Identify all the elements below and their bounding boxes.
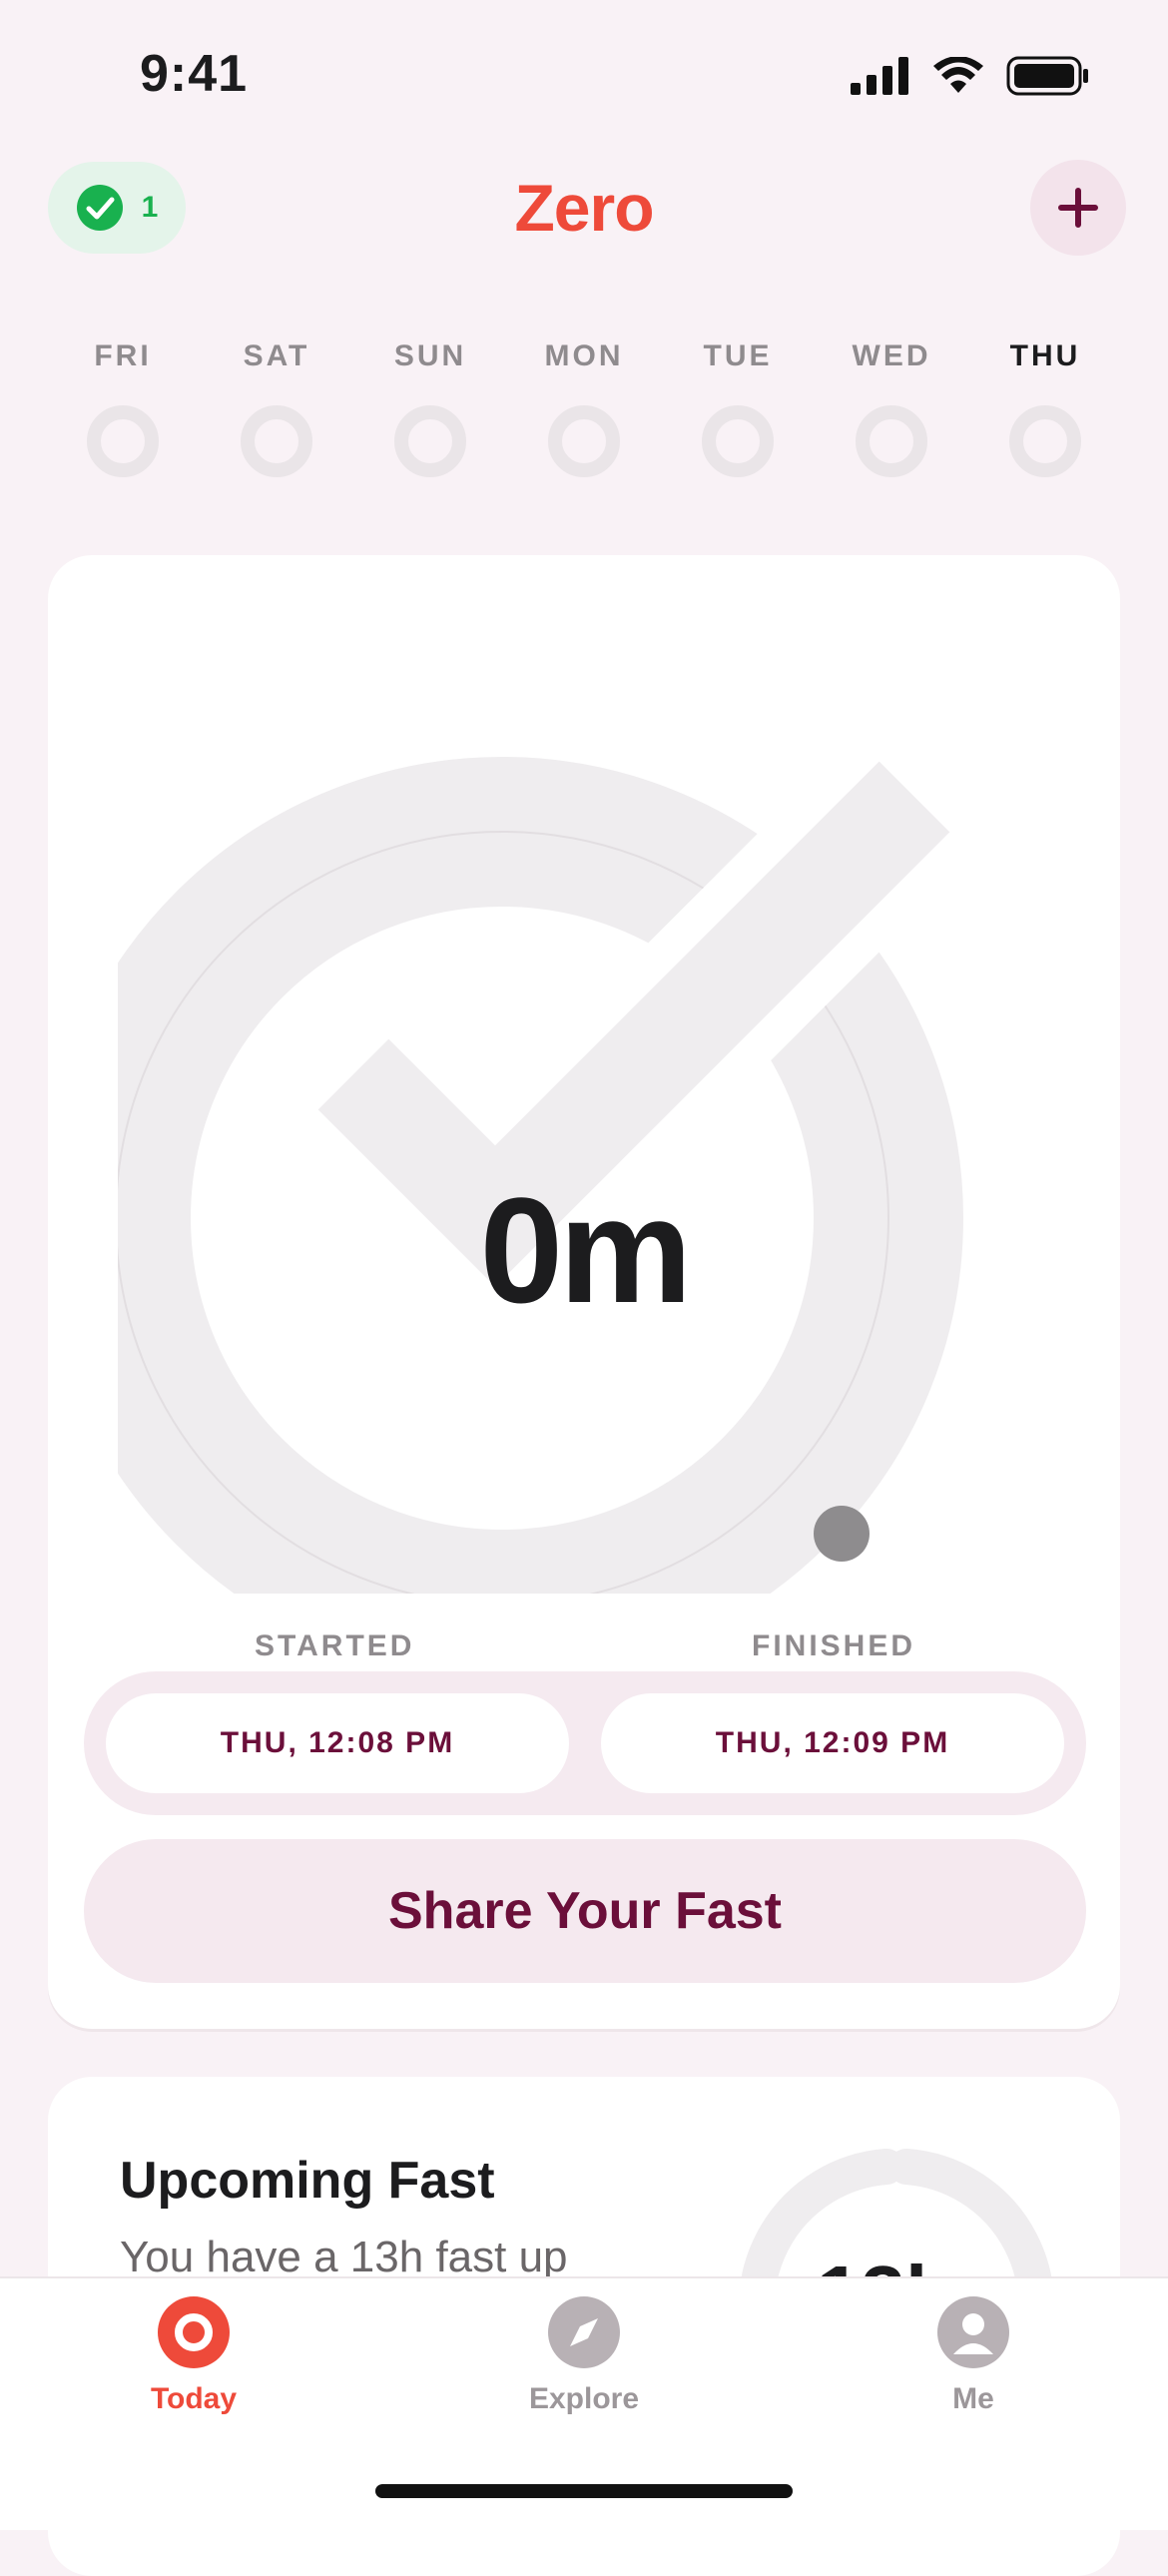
share-fast-button[interactable]: Share Your Fast xyxy=(84,1839,1086,1983)
day-progress-ring xyxy=(1009,405,1081,477)
fast-timer-card: 0m STARTED FINISHED THU, 12:08 PM THU, 1… xyxy=(48,555,1120,2029)
status-icons xyxy=(851,56,1090,96)
started-time-button[interactable]: THU, 12:08 PM xyxy=(106,1693,569,1793)
today-icon xyxy=(158,2296,230,2368)
cellular-signal-icon xyxy=(851,57,908,95)
week-strip: FRI SAT SUN MON TUE WED THU xyxy=(48,339,1120,477)
tab-explore[interactable]: Explore xyxy=(464,2296,704,2416)
explore-compass-icon xyxy=(548,2296,620,2368)
day-label: FRI xyxy=(94,339,152,372)
day-mon[interactable]: MON xyxy=(509,339,659,477)
status-time: 9:41 xyxy=(140,45,249,103)
timer-progress-handle xyxy=(814,1506,870,1562)
profile-icon xyxy=(937,2296,1009,2368)
app-title: Zero xyxy=(514,171,654,245)
add-button[interactable] xyxy=(1030,160,1126,256)
tab-me[interactable]: Me xyxy=(854,2296,1093,2416)
tab-label: Me xyxy=(952,2382,994,2415)
plus-icon xyxy=(1058,188,1098,228)
tab-label: Explore xyxy=(528,2382,640,2415)
day-label: WED xyxy=(852,339,931,372)
day-wed[interactable]: WED xyxy=(817,339,966,477)
home-indicator[interactable] xyxy=(375,2484,793,2498)
day-label: TUE xyxy=(703,339,773,372)
day-sun[interactable]: SUN xyxy=(355,339,505,477)
day-thu[interactable]: THU xyxy=(970,339,1120,477)
upcoming-description: You have a 13h fast up xyxy=(120,2233,568,2281)
day-progress-ring xyxy=(702,405,774,477)
day-label: THU xyxy=(1009,339,1081,372)
day-sat[interactable]: SAT xyxy=(202,339,351,477)
wifi-icon xyxy=(933,57,983,93)
day-progress-ring xyxy=(241,405,312,477)
day-progress-ring xyxy=(856,405,927,477)
finished-time-button[interactable]: THU, 12:09 PM xyxy=(601,1693,1064,1793)
tab-today[interactable]: Today xyxy=(74,2296,313,2416)
day-progress-ring xyxy=(548,405,620,477)
started-label: STARTED xyxy=(255,1629,415,1662)
elapsed-time: 0m xyxy=(479,1166,693,1334)
finished-label: FINISHED xyxy=(752,1629,916,1662)
day-progress-ring xyxy=(87,405,159,477)
day-fri[interactable]: FRI xyxy=(48,339,198,477)
day-label: SAT xyxy=(243,339,310,372)
day-tue[interactable]: TUE xyxy=(663,339,813,477)
fast-times-row: THU, 12:08 PM THU, 12:09 PM xyxy=(84,1671,1086,1815)
day-progress-ring xyxy=(394,405,466,477)
day-label: MON xyxy=(544,339,624,372)
tab-label: Today xyxy=(150,2382,238,2415)
timer-ring-with-checkmark xyxy=(118,757,963,1594)
day-label: SUN xyxy=(393,339,467,372)
battery-icon xyxy=(1006,56,1088,96)
upcoming-title: Upcoming Fast xyxy=(120,2152,495,2210)
